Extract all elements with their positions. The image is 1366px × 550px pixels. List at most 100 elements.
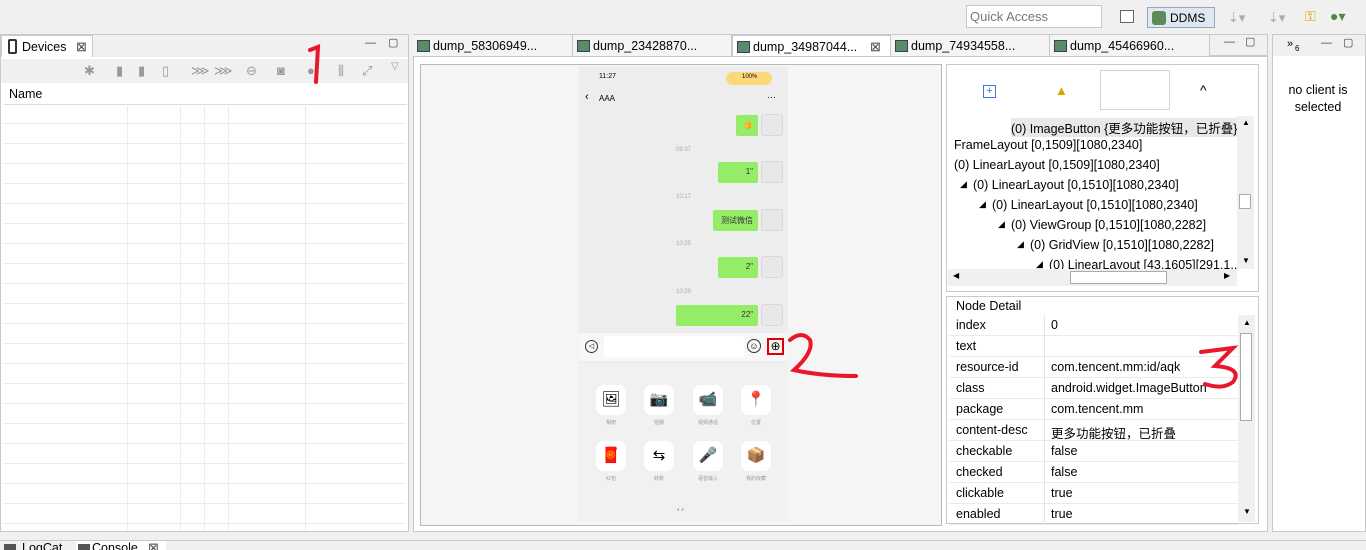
- tab-dump-4[interactable]: dump_74934558...: [891, 35, 1050, 57]
- update-threads-icon[interactable]: ⋙: [191, 63, 210, 78]
- chat-bubble: 2": [718, 257, 758, 278]
- node-detail-row[interactable]: index 0: [949, 315, 1238, 336]
- tree-expand-icon[interactable]: ◢: [979, 199, 986, 210]
- avatar: [761, 114, 783, 136]
- threads-tabbar: » 6 — ▢: [1273, 35, 1365, 56]
- tab-logcat[interactable]: LogCat: [0, 541, 80, 550]
- name-column-header[interactable]: Name: [9, 87, 42, 101]
- tree-hscroll-thumb[interactable]: [1070, 271, 1167, 284]
- panel-item-label: 视频通话: [697, 420, 718, 426]
- ddms-perspective-button[interactable]: DDMS: [1147, 7, 1215, 28]
- device-grid-line: [305, 104, 306, 530]
- opengl-trace-icon[interactable]: ⤢: [362, 63, 376, 78]
- tree-vscrollbar[interactable]: ▲ ▼: [1237, 116, 1254, 269]
- console-icon: [78, 544, 90, 550]
- chat-bubble: 👍: [736, 115, 758, 136]
- hierarchy-file-icon: [895, 40, 908, 52]
- tree-expand-icon[interactable]: ◢: [998, 219, 1005, 230]
- tree-filter-input[interactable]: [1100, 70, 1170, 110]
- page-indicator: • •: [677, 507, 684, 514]
- close-icon[interactable]: ⊠: [76, 39, 87, 55]
- open-perspective-icon[interactable]: [1120, 10, 1134, 23]
- collapse-up-icon[interactable]: ^: [1200, 82, 1207, 98]
- panel-item-label: 红包: [605, 476, 616, 482]
- avatar: [761, 209, 783, 231]
- property-name: enabled: [956, 507, 1001, 521]
- maximize-icon[interactable]: ▢: [388, 36, 398, 49]
- tree-scroll-up-icon[interactable]: ▲: [1242, 118, 1250, 127]
- stop-process-icon[interactable]: ⊖: [246, 63, 260, 78]
- screen-capture-icon[interactable]: ◙: [277, 63, 291, 78]
- overflow-tabs-icon[interactable]: »: [1287, 38, 1293, 50]
- panel-item-icon: 🧧: [596, 441, 626, 471]
- emoji-icon: ☺: [747, 339, 761, 353]
- message-timestamp: 10:17: [676, 194, 692, 200]
- tree-scroll-down-icon[interactable]: ▼: [1242, 256, 1250, 265]
- tree-expand-icon[interactable]: ◢: [1017, 239, 1024, 250]
- tab-dump-1[interactable]: dump_58306949...: [413, 35, 573, 57]
- console-tab-label: Console: [92, 541, 138, 550]
- tab-dump-2[interactable]: dump_23428870...: [573, 35, 732, 57]
- threads-maximize-icon[interactable]: ▢: [1343, 36, 1353, 49]
- battery-text: 100%: [742, 74, 758, 80]
- device-screenshot[interactable]: 11:27 100% ‹ AAA ··· 👍 09:37 1" 10:17 测试微信 10…: [579, 67, 788, 522]
- tree-scroll-left-icon[interactable]: ◀: [953, 271, 959, 280]
- tree-node[interactable]: (0) ImageButton {更多功能按钮，已折叠}: [1011, 118, 1237, 137]
- node-detail-row[interactable]: checkable false: [949, 441, 1238, 462]
- tree-node[interactable]: FrameLayout [0,1509][1080,2340]: [954, 138, 1142, 152]
- detail-scroll-up-icon[interactable]: ▲: [1243, 318, 1251, 327]
- editor-minimize-icon[interactable]: —: [1224, 36, 1235, 48]
- tree-hscrollbar[interactable]: ◀ ▶: [948, 269, 1237, 286]
- input-bar: ◁ ☺ ⊕: [579, 333, 788, 361]
- editor-tab-close-icon[interactable]: ⊠: [870, 39, 881, 55]
- editor-tab-label: dump_58306949...: [433, 39, 538, 53]
- dump-hprof-icon[interactable]: ▮: [138, 63, 152, 78]
- tab-console[interactable]: Console ⊠: [76, 541, 166, 550]
- tree-scroll-right-icon[interactable]: ▶: [1224, 271, 1230, 280]
- tree-expand-icon[interactable]: ◢: [960, 179, 967, 190]
- tree-node[interactable]: (0) ViewGroup [0,1510][1080,2282]: [1011, 218, 1206, 232]
- ddms-icon: [1152, 11, 1166, 25]
- tab-dump-5[interactable]: dump_45466960...: [1050, 35, 1210, 57]
- status-icon[interactable]: ●▾: [1330, 8, 1345, 25]
- key-icon[interactable]: ⚿: [1305, 8, 1316, 25]
- tree-node[interactable]: (0) GridView [0,1510][1080,2282]: [1030, 238, 1214, 252]
- method-profiling-icon[interactable]: ⋙: [214, 63, 233, 78]
- back-icon: ‹: [585, 91, 589, 103]
- tree-node[interactable]: (0) LinearLayout [0,1510][1080,2340]: [992, 198, 1198, 212]
- column-divider: [1044, 483, 1045, 504]
- property-name: checkable: [956, 444, 1013, 458]
- gc-icon[interactable]: ▯: [162, 63, 176, 78]
- editor-tab-label: dump_45466960...: [1070, 39, 1175, 53]
- property-value: false: [1051, 444, 1078, 458]
- toolbar-icon-2[interactable]: ⇣▾: [1268, 10, 1285, 26]
- node-detail-row[interactable]: checked false: [949, 462, 1238, 483]
- minimize-icon[interactable]: —: [365, 37, 376, 49]
- editor-maximize-icon[interactable]: ▢: [1245, 35, 1255, 48]
- annotation-2: [780, 328, 860, 380]
- property-name: resource-id: [956, 360, 1019, 374]
- device-grid-line: [228, 104, 229, 530]
- debug-icon[interactable]: ✱: [84, 63, 98, 78]
- tree-node[interactable]: (0) LinearLayout [0,1509][1080,2340]: [954, 158, 1160, 172]
- toolbar-icon-1[interactable]: ⇣▾: [1228, 10, 1245, 26]
- tab-dump-3[interactable]: dump_34987044... ⊠: [732, 35, 891, 57]
- tab-devices[interactable]: Devices ⊠: [1, 35, 93, 57]
- systrace-icon[interactable]: ⫼: [338, 63, 352, 78]
- tree-node[interactable]: (0) LinearLayout [0,1510][1080,2340]: [973, 178, 1179, 192]
- quick-access-input[interactable]: Quick Access: [966, 5, 1102, 28]
- node-detail-row[interactable]: package com.tencent.mm: [949, 399, 1238, 420]
- detail-scroll-down-icon[interactable]: ▼: [1243, 507, 1251, 516]
- expand-all-icon[interactable]: +: [983, 85, 996, 98]
- devices-table-header[interactable]: Name: [4, 85, 407, 105]
- tree-scroll-thumb[interactable]: [1239, 194, 1251, 209]
- console-close-icon[interactable]: ⊠: [148, 541, 159, 550]
- node-detail-row[interactable]: clickable true: [949, 483, 1238, 504]
- update-heap-icon[interactable]: ▮: [116, 63, 130, 78]
- node-detail-row[interactable]: content-desc 更多功能按钮，已折叠: [949, 420, 1238, 441]
- warning-icon[interactable]: ▲: [1055, 83, 1068, 98]
- view-menu-icon[interactable]: ▽: [391, 61, 405, 75]
- threads-minimize-icon[interactable]: —: [1321, 37, 1332, 49]
- property-name: package: [956, 402, 1004, 416]
- node-detail-row[interactable]: enabled true: [949, 504, 1238, 525]
